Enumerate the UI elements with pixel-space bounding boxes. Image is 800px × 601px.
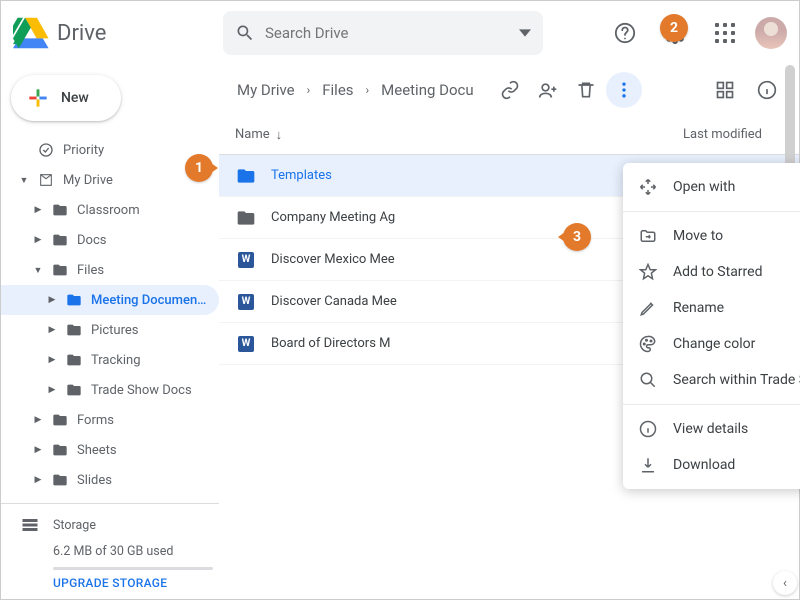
sidebar-item-files[interactable]: ▼Files	[1, 255, 219, 285]
help-icon[interactable]	[605, 13, 645, 53]
drive-triangle-icon	[13, 15, 49, 51]
side-panel-toggle[interactable]: ‹	[773, 571, 797, 595]
word-doc-icon: W	[235, 252, 257, 268]
sidebar-item-pictures[interactable]: ▶Pictures	[1, 315, 219, 345]
trash-icon[interactable]	[568, 72, 604, 108]
storage-bar	[53, 567, 213, 570]
file-content: My Drive › Files › Meeting Docu Name ↓ L…	[219, 65, 799, 601]
ctx-star[interactable]: Add to Starred	[623, 254, 800, 290]
word-doc-icon: W	[235, 294, 257, 310]
sidebar-item-slides[interactable]: ▶Slides	[1, 465, 219, 495]
pencil-icon	[639, 299, 657, 317]
palette-icon	[639, 335, 657, 353]
sidebar-item-docs[interactable]: ▶Docs	[1, 225, 219, 255]
more-actions-icon[interactable]	[606, 72, 642, 108]
word-doc-icon: W	[235, 336, 257, 352]
crumb-mydrive[interactable]: My Drive	[233, 77, 299, 103]
callout-2: 2	[660, 14, 688, 42]
plus-icon	[25, 85, 51, 111]
ctx-search-within[interactable]: Search within Trade Show Docs	[623, 362, 800, 398]
sidebar-item-forms[interactable]: ▶Forms	[1, 405, 219, 435]
ctx-download[interactable]: Download	[623, 447, 800, 483]
search-input[interactable]	[265, 24, 519, 42]
folder-icon	[235, 208, 257, 228]
apps-icon[interactable]	[705, 13, 745, 53]
column-modified[interactable]: Last modified	[683, 127, 783, 142]
drive-logo[interactable]: Drive	[13, 15, 223, 51]
folder-icon	[235, 166, 257, 186]
move-icon	[639, 227, 657, 245]
new-button-label: New	[61, 90, 89, 106]
get-link-icon[interactable]	[492, 72, 528, 108]
sort-arrow-icon: ↓	[276, 127, 283, 143]
storage-usage-text: 6.2 MB of 30 GB used	[53, 544, 219, 559]
file-name: Discover Canada Mee	[271, 294, 663, 309]
sidebar-item-tracking[interactable]: ▶Tracking	[1, 345, 219, 375]
ctx-open-with[interactable]: Open with›	[623, 169, 800, 205]
sidebar-item-classroom[interactable]: ▶Classroom	[1, 195, 219, 225]
open-with-icon	[639, 178, 657, 196]
share-icon[interactable]	[530, 72, 566, 108]
ctx-move-to[interactable]: Move to	[623, 218, 800, 254]
sidebar: New Priority ▼My Drive ▶Classroom ▶Docs …	[1, 65, 219, 601]
ctx-rename[interactable]: Rename	[623, 290, 800, 326]
app-name: Drive	[57, 21, 106, 46]
grid-view-icon[interactable]	[707, 72, 743, 108]
file-name: Discover Mexico Mee	[271, 252, 663, 267]
download-icon	[639, 456, 657, 474]
chevron-right-icon: ›	[362, 83, 374, 97]
column-name[interactable]: Name	[235, 127, 270, 142]
upgrade-storage-link[interactable]: UPGRADE STORAGE	[53, 576, 167, 590]
search-icon	[235, 23, 255, 43]
file-name: Templates	[271, 168, 663, 183]
star-icon	[639, 263, 657, 281]
chevron-right-icon: ›	[303, 83, 315, 97]
toolbar: My Drive › Files › Meeting Docu	[219, 65, 799, 115]
crumb-files[interactable]: Files	[318, 77, 357, 103]
crumb-current[interactable]: Meeting Docu	[377, 77, 478, 103]
ctx-view-details[interactable]: View details	[623, 411, 800, 447]
file-name: Board of Directors M	[271, 336, 663, 351]
sidebar-item-trade-show[interactable]: ▶Trade Show Docs	[1, 375, 219, 405]
file-name: Company Meeting Ag	[271, 210, 663, 225]
storage-section: Storage 6.2 MB of 30 GB used UPGRADE STO…	[1, 503, 219, 601]
search-icon	[639, 371, 657, 389]
info-icon	[639, 420, 657, 438]
user-avatar[interactable]	[755, 17, 787, 49]
storage-icon	[21, 516, 39, 534]
sidebar-item-sheets[interactable]: ▶Sheets	[1, 435, 219, 465]
context-menu: Open with› Move to Add to Starred Rename…	[623, 163, 800, 489]
ctx-change-color[interactable]: Change color›	[623, 326, 800, 362]
search-dropdown-icon[interactable]	[519, 27, 531, 39]
search-bar[interactable]	[223, 11, 543, 55]
new-button[interactable]: New	[11, 75, 121, 121]
callout-3: 3	[563, 223, 591, 251]
info-icon[interactable]	[749, 72, 785, 108]
list-header: Name ↓ Last modified	[219, 115, 799, 155]
sidebar-item-meeting-documents[interactable]: ▶Meeting Documen…	[1, 285, 219, 315]
callout-1: 1	[185, 154, 213, 182]
